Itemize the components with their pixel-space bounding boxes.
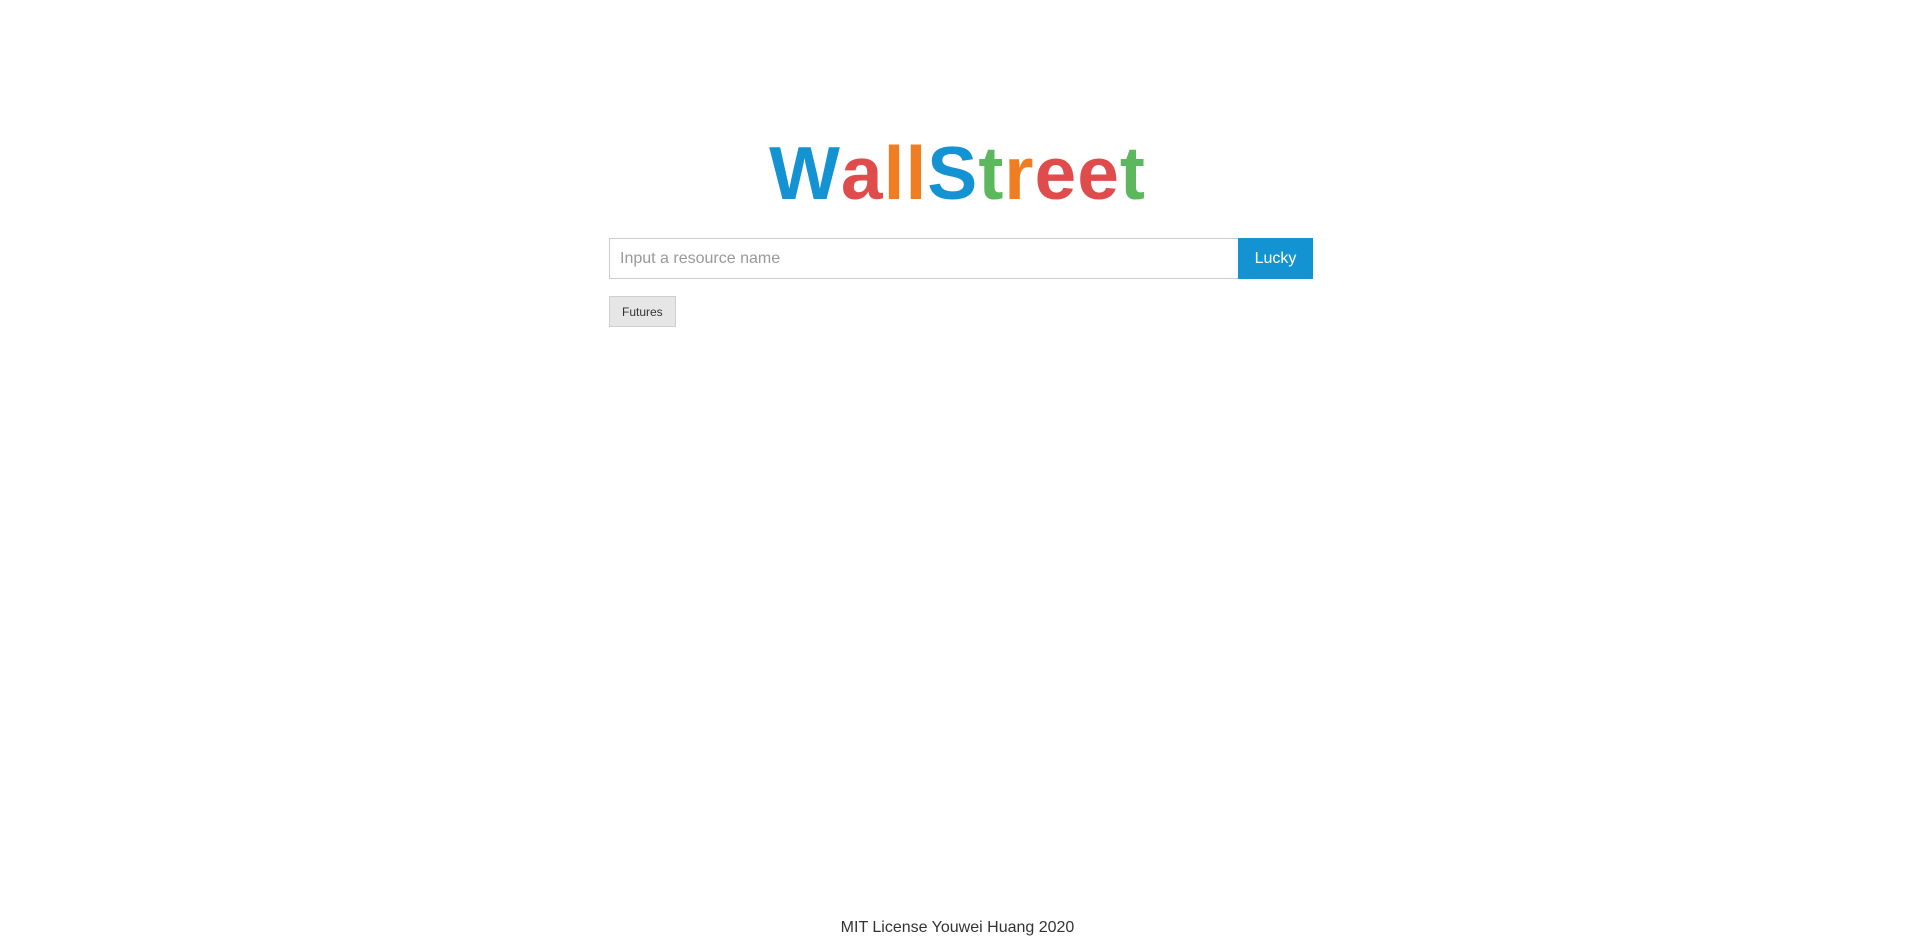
logo-letter: t	[978, 131, 1005, 215]
logo-letter: e	[1077, 131, 1120, 215]
footer-license: MIT License Youwei Huang 2020	[840, 919, 1075, 936]
logo-letter: t	[1119, 131, 1146, 215]
lucky-button[interactable]: Lucky	[1238, 238, 1313, 279]
logo-letter: S	[927, 131, 979, 215]
logo-letter: l	[883, 131, 906, 215]
page: WallStreet Lucky Futures MIT License You…	[0, 0, 1915, 946]
wallstreet-logo: WallStreet	[0, 128, 1915, 218]
search-input[interactable]	[609, 238, 1238, 279]
logo-letter: e	[1034, 131, 1078, 215]
logo-letter: r	[1004, 131, 1035, 215]
logo-letter: a	[840, 131, 884, 215]
logo-letter: W	[769, 131, 841, 215]
tag-futures-button[interactable]: Futures	[609, 296, 676, 327]
logo-letter: l	[905, 131, 928, 215]
search-bar: Lucky	[609, 238, 1313, 279]
tag-list: Futures	[609, 296, 676, 327]
